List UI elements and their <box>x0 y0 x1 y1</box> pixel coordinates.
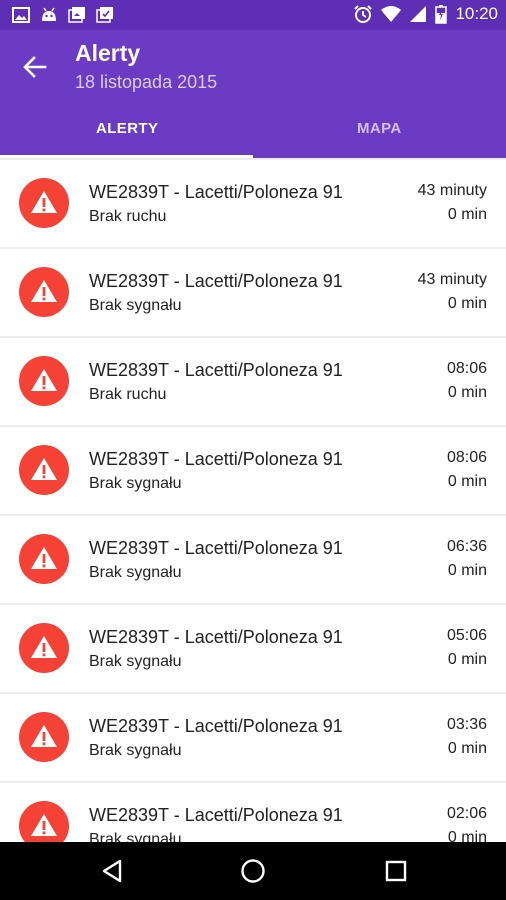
alert-type: Brak ruchu <box>89 208 167 225</box>
arrow-back-icon[interactable] <box>22 54 48 80</box>
clock: 10:20 <box>455 4 498 23</box>
status-bar: 10:20 <box>0 0 506 30</box>
alert-title: WE2839T - Lacetti/Poloneza 91 <box>89 805 343 825</box>
alert-title: WE2839T - Lacetti/Poloneza 91 <box>89 627 343 647</box>
alert-duration: 0 min <box>447 473 487 490</box>
alert-duration: 0 min <box>447 384 487 401</box>
alert-title: WE2839T - Lacetti/Poloneza 91 <box>89 449 343 469</box>
list-item[interactable]: WE2839T - Lacetti/Poloneza 91 Brak sygna… <box>0 427 506 514</box>
alert-type: Brak sygnału <box>89 831 182 842</box>
alert-time: 03:36 <box>446 716 487 733</box>
android-icon <box>42 7 56 21</box>
alert-title: WE2839T - Lacetti/Poloneza 91 <box>89 538 343 558</box>
app-bar: Alerty 18 listopada 2015 ALERTY MAPA <box>0 30 506 158</box>
warning-icon <box>19 178 69 228</box>
tab-map[interactable]: MAPA <box>357 120 402 137</box>
alert-type: Brak sygnału <box>89 564 182 581</box>
alert-list[interactable]: WE2839T - Lacetti/Poloneza 91 Brak ruchu… <box>0 160 506 842</box>
alert-type: Brak sygnału <box>89 297 182 314</box>
list-item[interactable]: WE2839T - Lacetti/Poloneza 91 Brak sygna… <box>0 783 506 842</box>
alert-duration: 0 min <box>447 651 487 668</box>
navigation-bar <box>0 842 506 900</box>
alert-duration: 0 min <box>447 295 487 312</box>
page-subtitle: 18 listopada 2015 <box>75 72 218 92</box>
warning-icon <box>19 534 69 584</box>
image-icon <box>12 7 30 23</box>
alert-type: Brak sygnału <box>89 653 182 670</box>
back-triangle-icon[interactable] <box>98 857 126 885</box>
system-icons: 10:20 <box>353 4 498 24</box>
battery-icon <box>435 5 448 24</box>
alert-duration: 0 min <box>447 829 487 842</box>
alert-time: 43 minuty <box>417 182 487 199</box>
alert-time: 08:06 <box>446 360 487 377</box>
warning-icon <box>19 267 69 317</box>
warning-icon <box>19 445 69 495</box>
signal-icon <box>410 6 427 22</box>
alert-time: 06:36 <box>446 538 487 555</box>
alert-type: Brak ruchu <box>89 386 167 403</box>
alert-title: WE2839T - Lacetti/Poloneza 91 <box>89 182 343 202</box>
alert-duration: 0 min <box>447 740 487 757</box>
alarm-icon <box>354 5 373 23</box>
list-item[interactable]: WE2839T - Lacetti/Poloneza 91 Brak ruchu… <box>0 338 506 425</box>
list-item[interactable]: WE2839T - Lacetti/Poloneza 91 Brak sygna… <box>0 249 506 336</box>
list-item[interactable]: WE2839T - Lacetti/Poloneza 91 Brak sygna… <box>0 605 506 692</box>
tab-alerts[interactable]: ALERTY <box>96 120 158 137</box>
home-circle-icon[interactable] <box>239 857 267 885</box>
alert-type: Brak sygnału <box>89 742 182 759</box>
alert-type: Brak sygnału <box>89 475 182 492</box>
alert-duration: 0 min <box>447 206 487 223</box>
wifi-icon <box>381 6 402 22</box>
photo-library-icon <box>96 7 113 23</box>
warning-icon <box>19 623 69 673</box>
alert-time: 05:06 <box>446 627 487 644</box>
recents-square-icon[interactable] <box>382 857 410 885</box>
page-title: Alerty <box>75 40 141 66</box>
warning-icon <box>19 801 69 842</box>
alert-title: WE2839T - Lacetti/Poloneza 91 <box>89 360 343 380</box>
alert-duration: 0 min <box>447 562 487 579</box>
warning-icon <box>19 356 69 406</box>
warning-icon <box>19 712 69 762</box>
alert-title: WE2839T - Lacetti/Poloneza 91 <box>89 271 343 291</box>
list-item[interactable]: WE2839T - Lacetti/Poloneza 91 Brak sygna… <box>0 516 506 603</box>
list-item[interactable]: WE2839T - Lacetti/Poloneza 91 Brak sygna… <box>0 694 506 781</box>
photo-library-icon <box>68 7 85 23</box>
alert-title: WE2839T - Lacetti/Poloneza 91 <box>89 716 343 736</box>
alert-time: 02:06 <box>446 805 487 822</box>
notification-icons <box>12 7 114 23</box>
list-item[interactable]: WE2839T - Lacetti/Poloneza 91 Brak ruchu… <box>0 160 506 247</box>
alert-time: 08:06 <box>446 449 487 466</box>
tab-indicator <box>0 155 253 158</box>
alert-time: 43 minuty <box>417 271 487 288</box>
